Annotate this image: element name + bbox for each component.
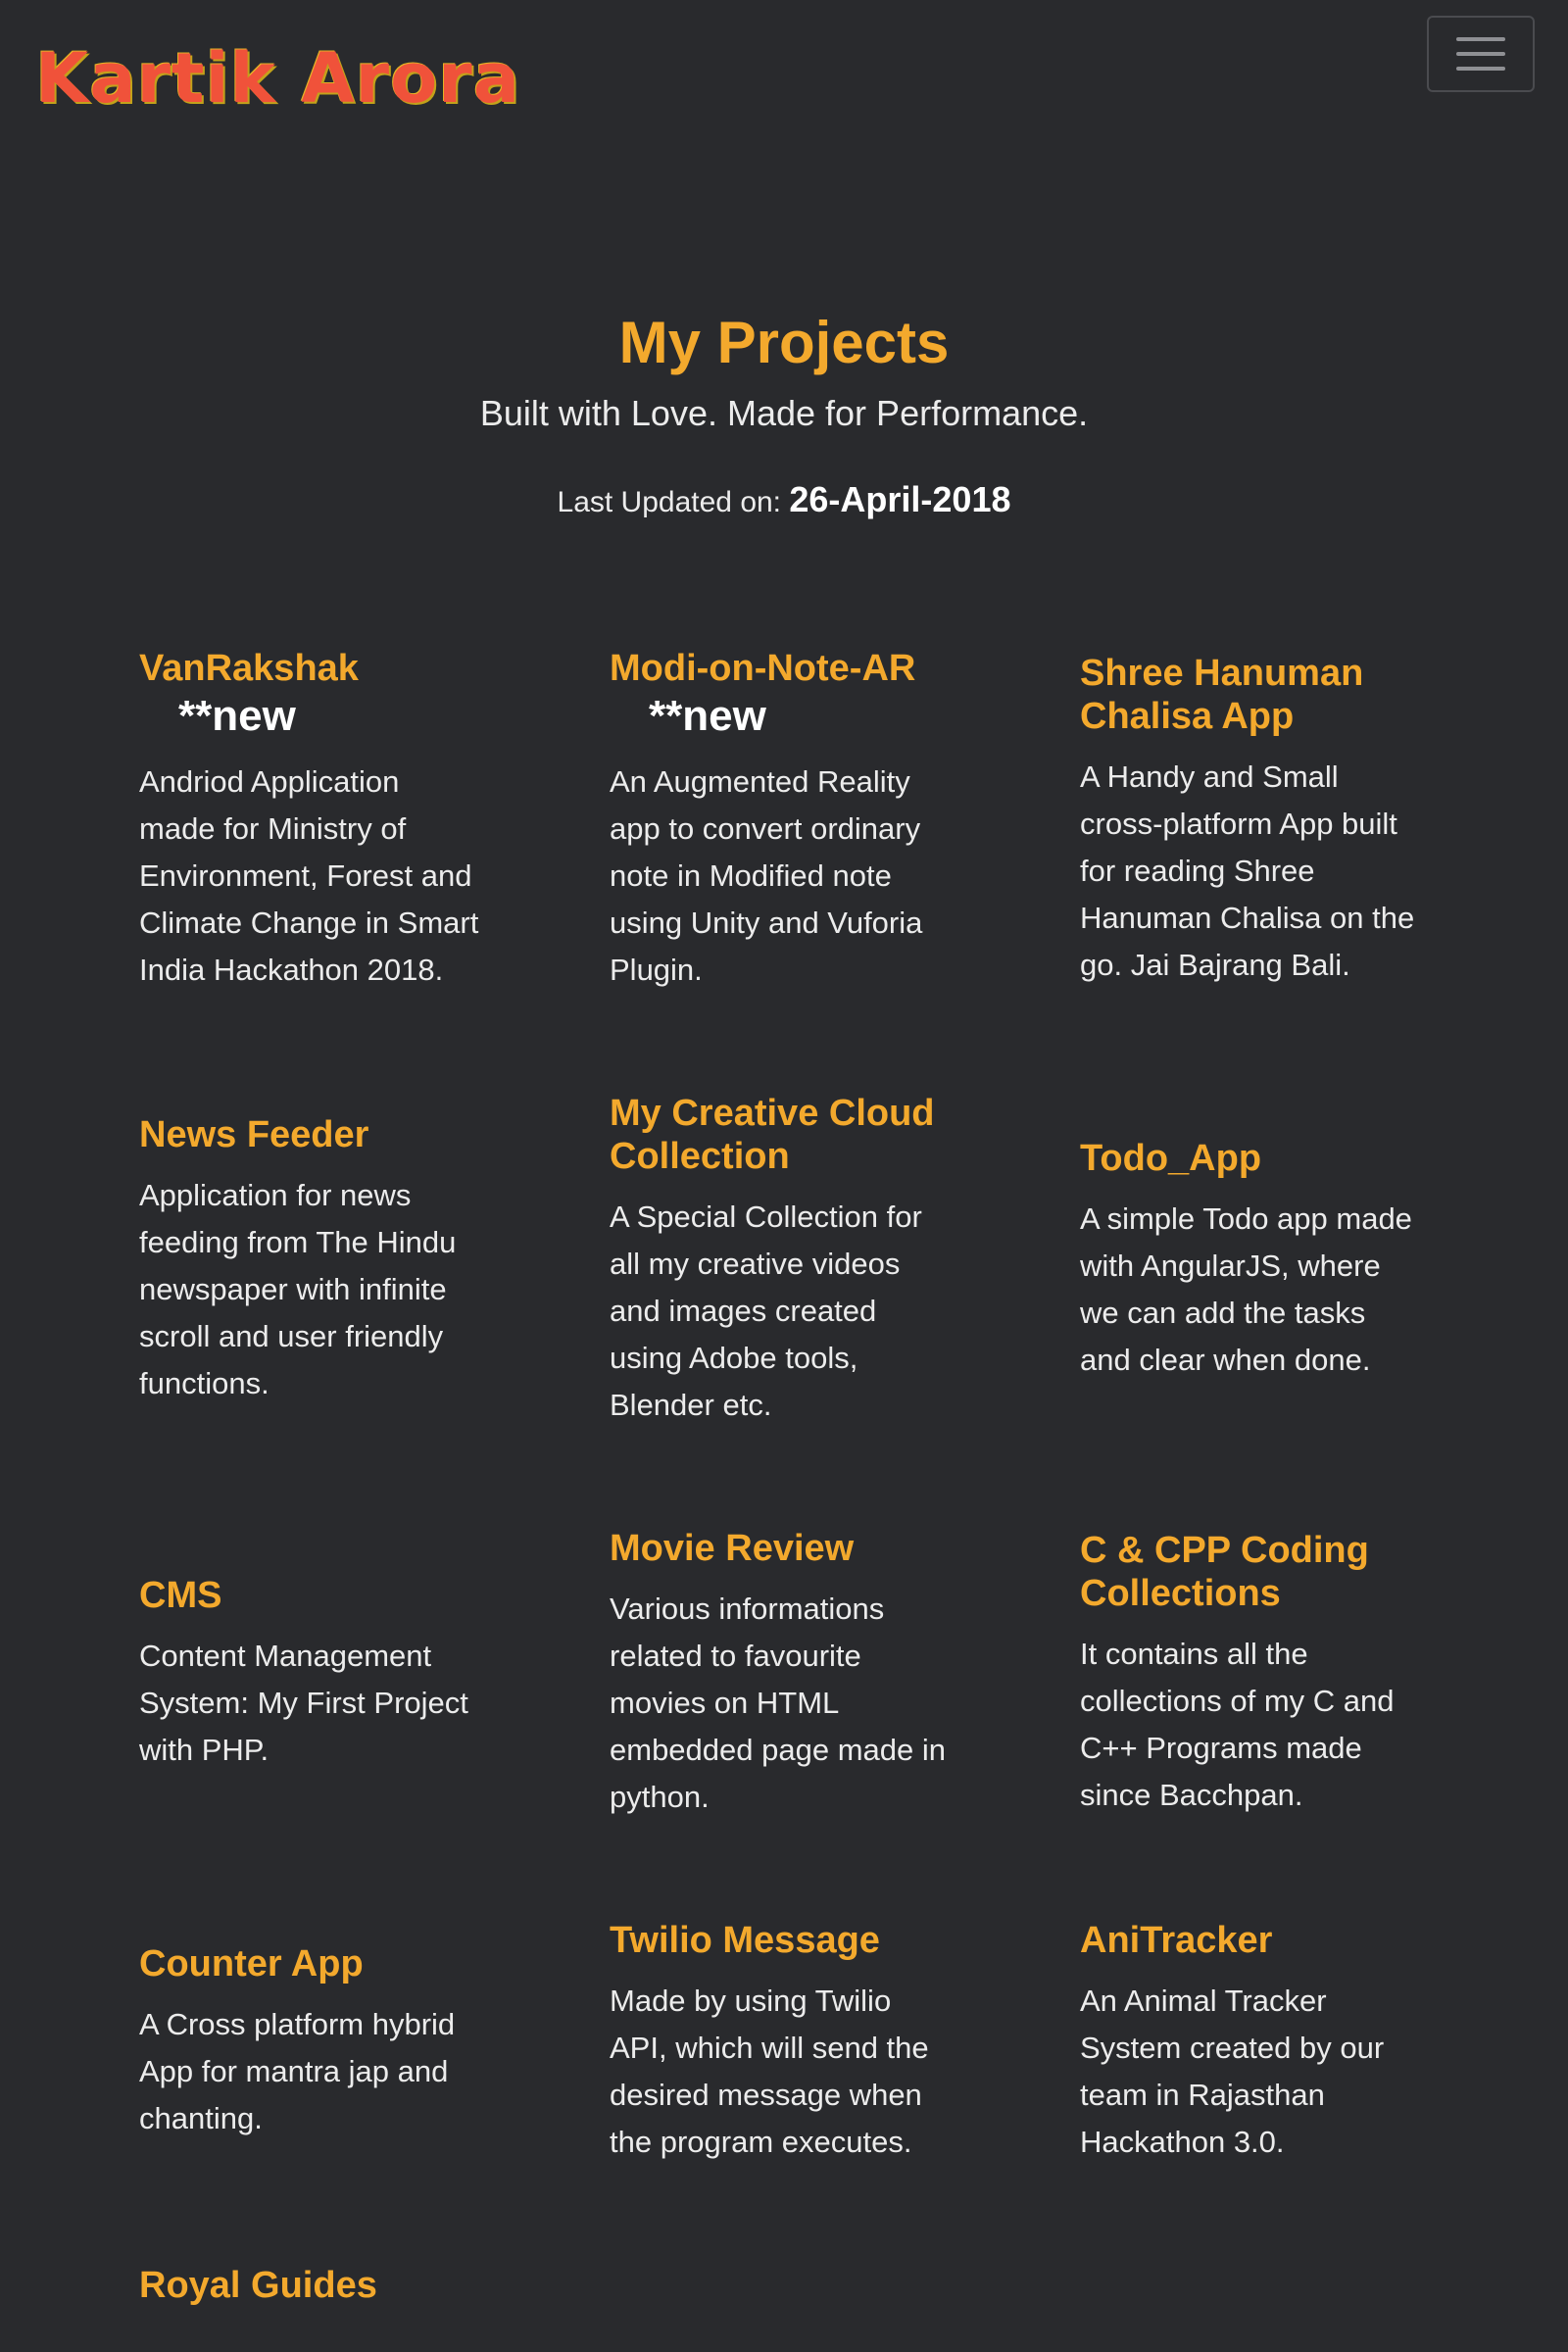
project-card-twilio-message: Twilio Message Made by using Twilio API,… <box>610 1919 953 2166</box>
projects-row: Counter App A Cross platform hybrid App … <box>139 1919 1452 2166</box>
project-title[interactable]: Shree Hanuman Chalisa App <box>1080 652 1423 738</box>
project-title[interactable]: Movie Review <box>610 1527 953 1570</box>
project-description: An Augmented Reality app to convert ordi… <box>610 764 923 987</box>
project-title[interactable]: CMS <box>139 1574 482 1617</box>
project-title[interactable]: Modi-on-Note-AR <box>610 647 953 690</box>
last-updated-date: 26-April-2018 <box>789 479 1011 519</box>
page-subtitle: Built with Love. Made for Performance. <box>479 393 1089 433</box>
project-card-movie-review: Movie Review Various informations relate… <box>610 1527 953 1821</box>
project-card-royal-guides: Royal Guides <box>139 2264 482 2307</box>
project-title[interactable]: Royal Guides <box>139 2264 482 2307</box>
project-title[interactable]: Twilio Message <box>610 1919 953 1962</box>
last-updated-label: Last Updated on: <box>557 486 782 518</box>
brand-logo-link[interactable]: Kartik Arora <box>35 29 520 127</box>
project-title[interactable]: Todo_App <box>1080 1137 1423 1180</box>
project-description: A Handy and Small cross-platform App bui… <box>1080 760 1415 982</box>
projects-row: CMS Content Management System: My First … <box>139 1527 1452 1821</box>
navbar: Kartik Arora <box>0 0 1568 157</box>
project-description: A Special Collection for all my creative… <box>610 1200 922 1422</box>
page: Kartik Arora My Projects Built with Love… <box>0 0 1568 2352</box>
projects-grid: VanRakshak **new Andriod Application mad… <box>139 647 1452 2352</box>
project-card-counter-app: Counter App A Cross platform hybrid App … <box>139 1942 482 2142</box>
project-description: An Animal Tracker System created by our … <box>1080 1984 1385 2159</box>
last-updated: Last Updated on: 26-April-2018 <box>0 476 1568 526</box>
project-description: A simple Todo app made with AngularJS, w… <box>1080 1201 1412 1377</box>
navbar-toggler-button[interactable] <box>1427 16 1535 92</box>
project-card-todo-app: Todo_App A simple Todo app made with Ang… <box>1080 1137 1423 1384</box>
project-card-modi-on-note-ar: Modi-on-Note-AR **new An Augmented Reali… <box>610 647 953 994</box>
projects-row: Royal Guides <box>139 2264 1452 2307</box>
project-title[interactable]: VanRakshak <box>139 647 482 690</box>
project-card-news-feeder: News Feeder Application for news feeding… <box>139 1113 482 1407</box>
project-title[interactable]: AniTracker <box>1080 1919 1423 1962</box>
project-title[interactable]: My Creative Cloud Collection <box>610 1092 953 1178</box>
project-card-vanrakshak: VanRakshak **new Andriod Application mad… <box>139 647 482 994</box>
project-description: Made by using Twilio API, which will sen… <box>610 1984 929 2159</box>
new-badge: **new <box>178 692 296 740</box>
new-badge: **new <box>649 692 766 740</box>
project-description: A Cross platform hybrid App for mantra j… <box>139 2007 456 2135</box>
project-title[interactable]: C & CPP Coding Collections <box>1080 1529 1423 1615</box>
project-card-creative-cloud: My Creative Cloud Collection A Special C… <box>610 1092 953 1429</box>
project-description: Application for news feeding from The Hi… <box>139 1178 457 1400</box>
projects-row: News Feeder Application for news feeding… <box>139 1092 1452 1429</box>
project-card-cms: CMS Content Management System: My First … <box>139 1574 482 1774</box>
project-title[interactable]: News Feeder <box>139 1113 482 1156</box>
project-card-anitracker: AniTracker An Animal Tracker System crea… <box>1080 1919 1423 2166</box>
page-title: My Projects <box>618 310 950 375</box>
project-card-c-cpp-collections: C & CPP Coding Collections It contains a… <box>1080 1529 1423 1819</box>
project-description: It contains all the collections of my C … <box>1080 1637 1395 1812</box>
project-description: Various informations related to favourit… <box>610 1592 946 1814</box>
projects-row: VanRakshak **new Andriod Application mad… <box>139 647 1452 994</box>
project-title[interactable]: Counter App <box>139 1942 482 1985</box>
project-description: Andriod Application made for Ministry of… <box>139 764 479 987</box>
project-card-hanuman-chalisa: Shree Hanuman Chalisa App A Handy and Sm… <box>1080 652 1423 989</box>
projects-header: My Projects Built with Love. Made for Pe… <box>0 304 1568 526</box>
project-description: Content Management System: My First Proj… <box>139 1639 468 1767</box>
